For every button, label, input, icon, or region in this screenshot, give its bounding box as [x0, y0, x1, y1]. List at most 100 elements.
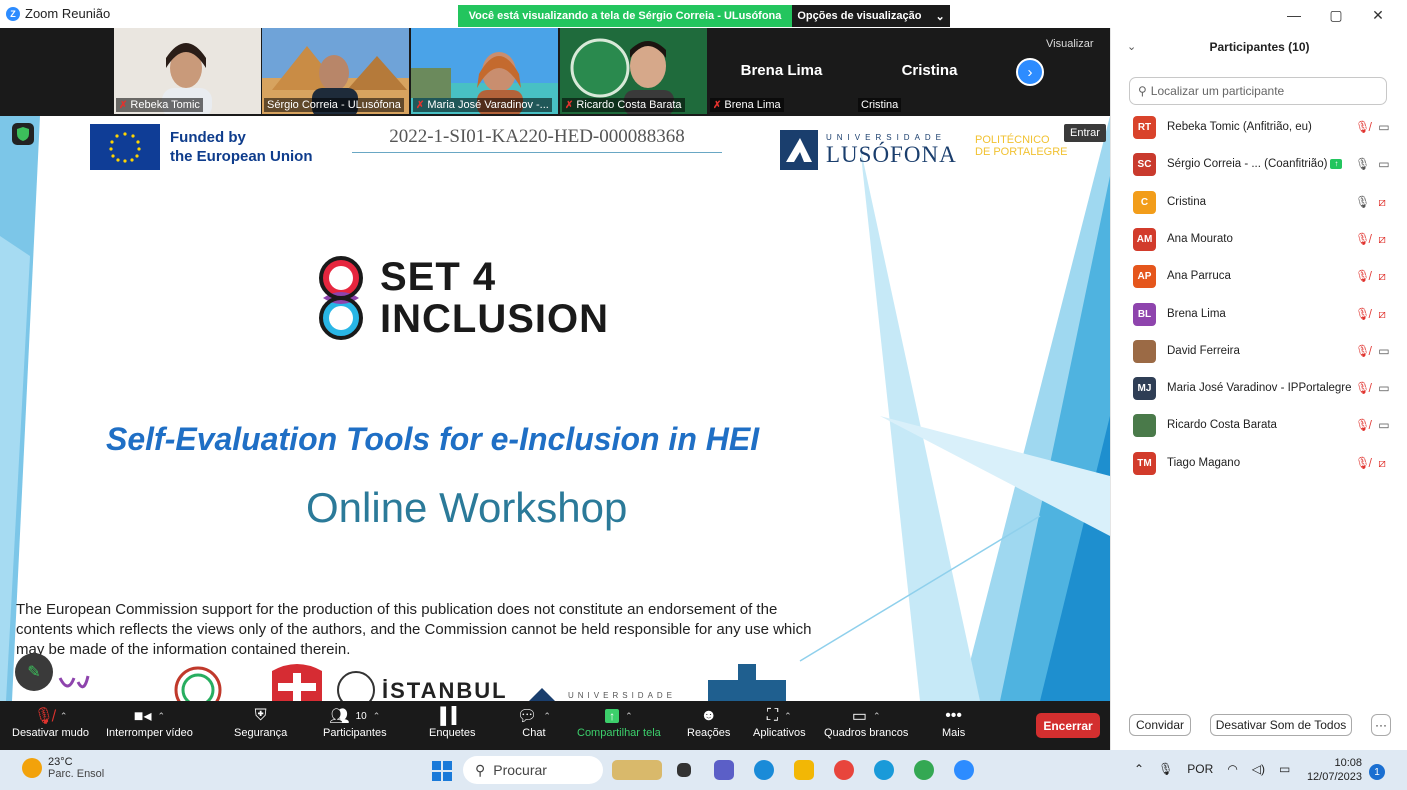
participant-name-text: Ana Mourato: [1167, 233, 1233, 245]
chat-label: Chat: [522, 727, 546, 739]
camera-off-icon[interactable]: ⧄: [1378, 195, 1386, 210]
camera-off-icon[interactable]: ⧄: [1378, 456, 1386, 471]
video-tile[interactable]: ✗ Ricardo Costa Barata: [560, 28, 707, 114]
chat-bubble-icon: 💬︎: [517, 708, 538, 725]
polls-button[interactable]: ▌▍ Enquetes: [429, 705, 475, 739]
chevron-up-icon[interactable]: ⌃: [784, 711, 792, 722]
chevron-up-icon[interactable]: ⌃: [625, 711, 633, 722]
video-tile[interactable]: Brena Lima ✗ Brena Lima: [708, 28, 855, 114]
camera-off-icon[interactable]: ⧄: [1378, 269, 1386, 284]
participant-row[interactable]: AM Ana Mourato 🎙︎̸ ⧄: [1111, 224, 1407, 254]
participant-row[interactable]: MJ Maria José Varadinov - IPPortalegre 🎙︎̸…: [1111, 373, 1407, 403]
participant-row[interactable]: SC Sérgio Correia - ... (Coanfitrião) ↑ 🎙︎ ▭: [1111, 149, 1407, 179]
tile-name: Maria José Varadinov -...: [427, 99, 549, 111]
clock[interactable]: 10:08 12/07/2023: [1304, 756, 1362, 784]
security-button[interactable]: ⛨ Segurança: [234, 705, 287, 739]
title-bar: Z Zoom Reunião Você está visualizando a …: [0, 0, 1407, 28]
participant-row[interactable]: AP Ana Parruca 🎙︎̸ ⧄: [1111, 261, 1407, 291]
shared-screen: Funded by the European Union 2022-1-SI01…: [0, 116, 1110, 701]
minimize-button[interactable]: —: [1280, 5, 1308, 25]
participant-row[interactable]: David Ferreira 🎙︎̸ ▭: [1111, 336, 1407, 366]
participants-button[interactable]: 👥︎ 10 ⌃ Participantes: [323, 705, 387, 739]
mic-off-icon[interactable]: 🎙︎̸: [1355, 307, 1370, 322]
camera-on-icon[interactable]: ▭: [1378, 344, 1389, 358]
whiteboards-button[interactable]: ▭ ⌃ Quadros brancos: [824, 705, 908, 739]
participant-search-input[interactable]: ⚲ Localizar um participante: [1129, 77, 1387, 105]
taskbar: 23°C Parc. Ensol ⚲ Procurar ⌃ 🎙︎ POR ◠ ◁…: [0, 750, 1407, 790]
video-tile[interactable]: ✗ Rebeka Tomic: [114, 28, 261, 114]
camera-on-icon[interactable]: ▭: [1378, 157, 1389, 171]
notification-badge[interactable]: 1: [1369, 764, 1385, 780]
chrome-app-icon[interactable]: [834, 760, 854, 780]
chrome-profile-icon[interactable]: [914, 760, 934, 780]
ellipsis-icon: •••: [945, 707, 963, 724]
microphone-icon[interactable]: 🎙︎: [1158, 762, 1173, 776]
camera-off-icon[interactable]: ⧄: [1378, 307, 1386, 322]
video-tile[interactable]: Sérgio Correia - ULusófona: [262, 28, 409, 114]
camera-on-icon[interactable]: ▭: [1378, 418, 1389, 432]
invite-button[interactable]: Convidar: [1129, 714, 1191, 736]
wifi-icon[interactable]: ◠: [1227, 762, 1237, 776]
mic-on-icon[interactable]: 🎙︎: [1355, 195, 1370, 210]
video-tile[interactable]: ✗ Maria José Varadinov -...: [411, 28, 558, 114]
mic-off-icon[interactable]: 🎙︎̸: [1355, 232, 1370, 247]
weather-widget[interactable]: 23°C Parc. Ensol: [22, 756, 104, 780]
participant-row[interactable]: C Cristina 🎙︎ ⧄: [1111, 187, 1407, 217]
mic-off-icon[interactable]: 🎙︎̸: [1355, 269, 1370, 284]
chevron-up-icon[interactable]: ⌃: [373, 711, 381, 722]
maximize-button[interactable]: ▢: [1322, 5, 1350, 25]
mic-off-icon[interactable]: 🎙︎̸: [1355, 381, 1370, 395]
skype-app-icon[interactable]: [874, 760, 894, 780]
battery-icon[interactable]: ▭: [1279, 762, 1290, 776]
task-view-icon[interactable]: [677, 763, 691, 777]
taskbar-search-box[interactable]: ⚲ Procurar: [463, 756, 603, 784]
language-indicator[interactable]: POR: [1187, 762, 1213, 776]
participant-row[interactable]: RT Rebeka Tomic (Anfitrião, eu) 🎙︎̸ ▭: [1111, 112, 1407, 142]
camera-on-icon[interactable]: ▭: [1378, 120, 1389, 134]
mic-on-icon[interactable]: 🎙︎: [1355, 157, 1370, 171]
mic-off-icon[interactable]: 🎙︎̸: [1355, 344, 1370, 358]
participant-row[interactable]: BL Brena Lima 🎙︎̸ ⧄: [1111, 299, 1407, 329]
end-meeting-button[interactable]: Encerrar: [1036, 713, 1100, 738]
more-button[interactable]: ••• Mais: [942, 705, 965, 739]
mic-off-icon[interactable]: 🎙︎̸: [1355, 456, 1370, 471]
file-explorer-icon[interactable]: [794, 760, 814, 780]
edge-app-icon[interactable]: [754, 760, 774, 780]
chevron-up-icon[interactable]: ⌃: [873, 711, 881, 722]
close-button[interactable]: ✕: [1364, 5, 1392, 25]
participant-row[interactable]: TM Tiago Magano 🎙︎̸ ⧄: [1111, 448, 1407, 478]
widget-thumbnail-icon[interactable]: [612, 760, 662, 780]
avatar: [1133, 413, 1156, 437]
next-page-button[interactable]: ›: [1016, 58, 1044, 86]
more-options-button[interactable]: ···: [1371, 714, 1391, 736]
mic-off-icon[interactable]: 🎙︎̸: [1355, 120, 1370, 134]
camera-off-icon[interactable]: ⧄: [1378, 232, 1386, 247]
chevron-up-icon[interactable]: ⌃: [60, 711, 68, 722]
chat-button[interactable]: 💬︎ ⌃ Chat: [517, 705, 551, 739]
view-options-button[interactable]: Opções de visualização ⌄: [792, 5, 950, 27]
chevron-up-icon[interactable]: ⌃: [543, 711, 551, 722]
view-button[interactable]: Visualizar: [1046, 38, 1094, 50]
chevron-up-icon[interactable]: ⌃: [1134, 762, 1144, 776]
speaker-icon[interactable]: ◁): [1252, 762, 1265, 776]
zoom-app-icon[interactable]: [954, 760, 974, 780]
mute-all-button[interactable]: Desativar Som de Todos: [1210, 714, 1352, 736]
enter-button[interactable]: Entrar: [1064, 124, 1106, 142]
share-screen-button[interactable]: ↑ ⌃ Compartilhar tela: [577, 705, 661, 739]
teams-app-icon[interactable]: [714, 760, 734, 780]
tile-label: ✗ Brena Lima: [710, 98, 784, 112]
shield-icon[interactable]: [12, 123, 34, 145]
annotate-pen-button[interactable]: ✎: [15, 653, 53, 691]
bar-chart-icon: ▌▍: [440, 708, 465, 725]
reactions-button[interactable]: ☻ Reações: [687, 705, 730, 739]
stop-video-button[interactable]: ■◂ ⌃ Interromper vídeo: [106, 705, 193, 739]
camera-on-icon[interactable]: ▭: [1378, 381, 1389, 395]
avatar: MJ: [1133, 376, 1156, 400]
chevron-up-icon[interactable]: ⌃: [157, 711, 165, 722]
windows-start-icon[interactable]: [432, 761, 452, 781]
video-tile[interactable]: Cristina Cristina: [856, 28, 1003, 114]
apps-button[interactable]: ⛶ ⌃ Aplicativos: [753, 705, 806, 739]
participant-row[interactable]: Ricardo Costa Barata 🎙︎̸ ▭: [1111, 410, 1407, 440]
mic-off-icon[interactable]: 🎙︎̸: [1355, 418, 1370, 432]
mute-button[interactable]: 🎙︎̸ ⌃ Desativar mudo: [12, 705, 89, 739]
